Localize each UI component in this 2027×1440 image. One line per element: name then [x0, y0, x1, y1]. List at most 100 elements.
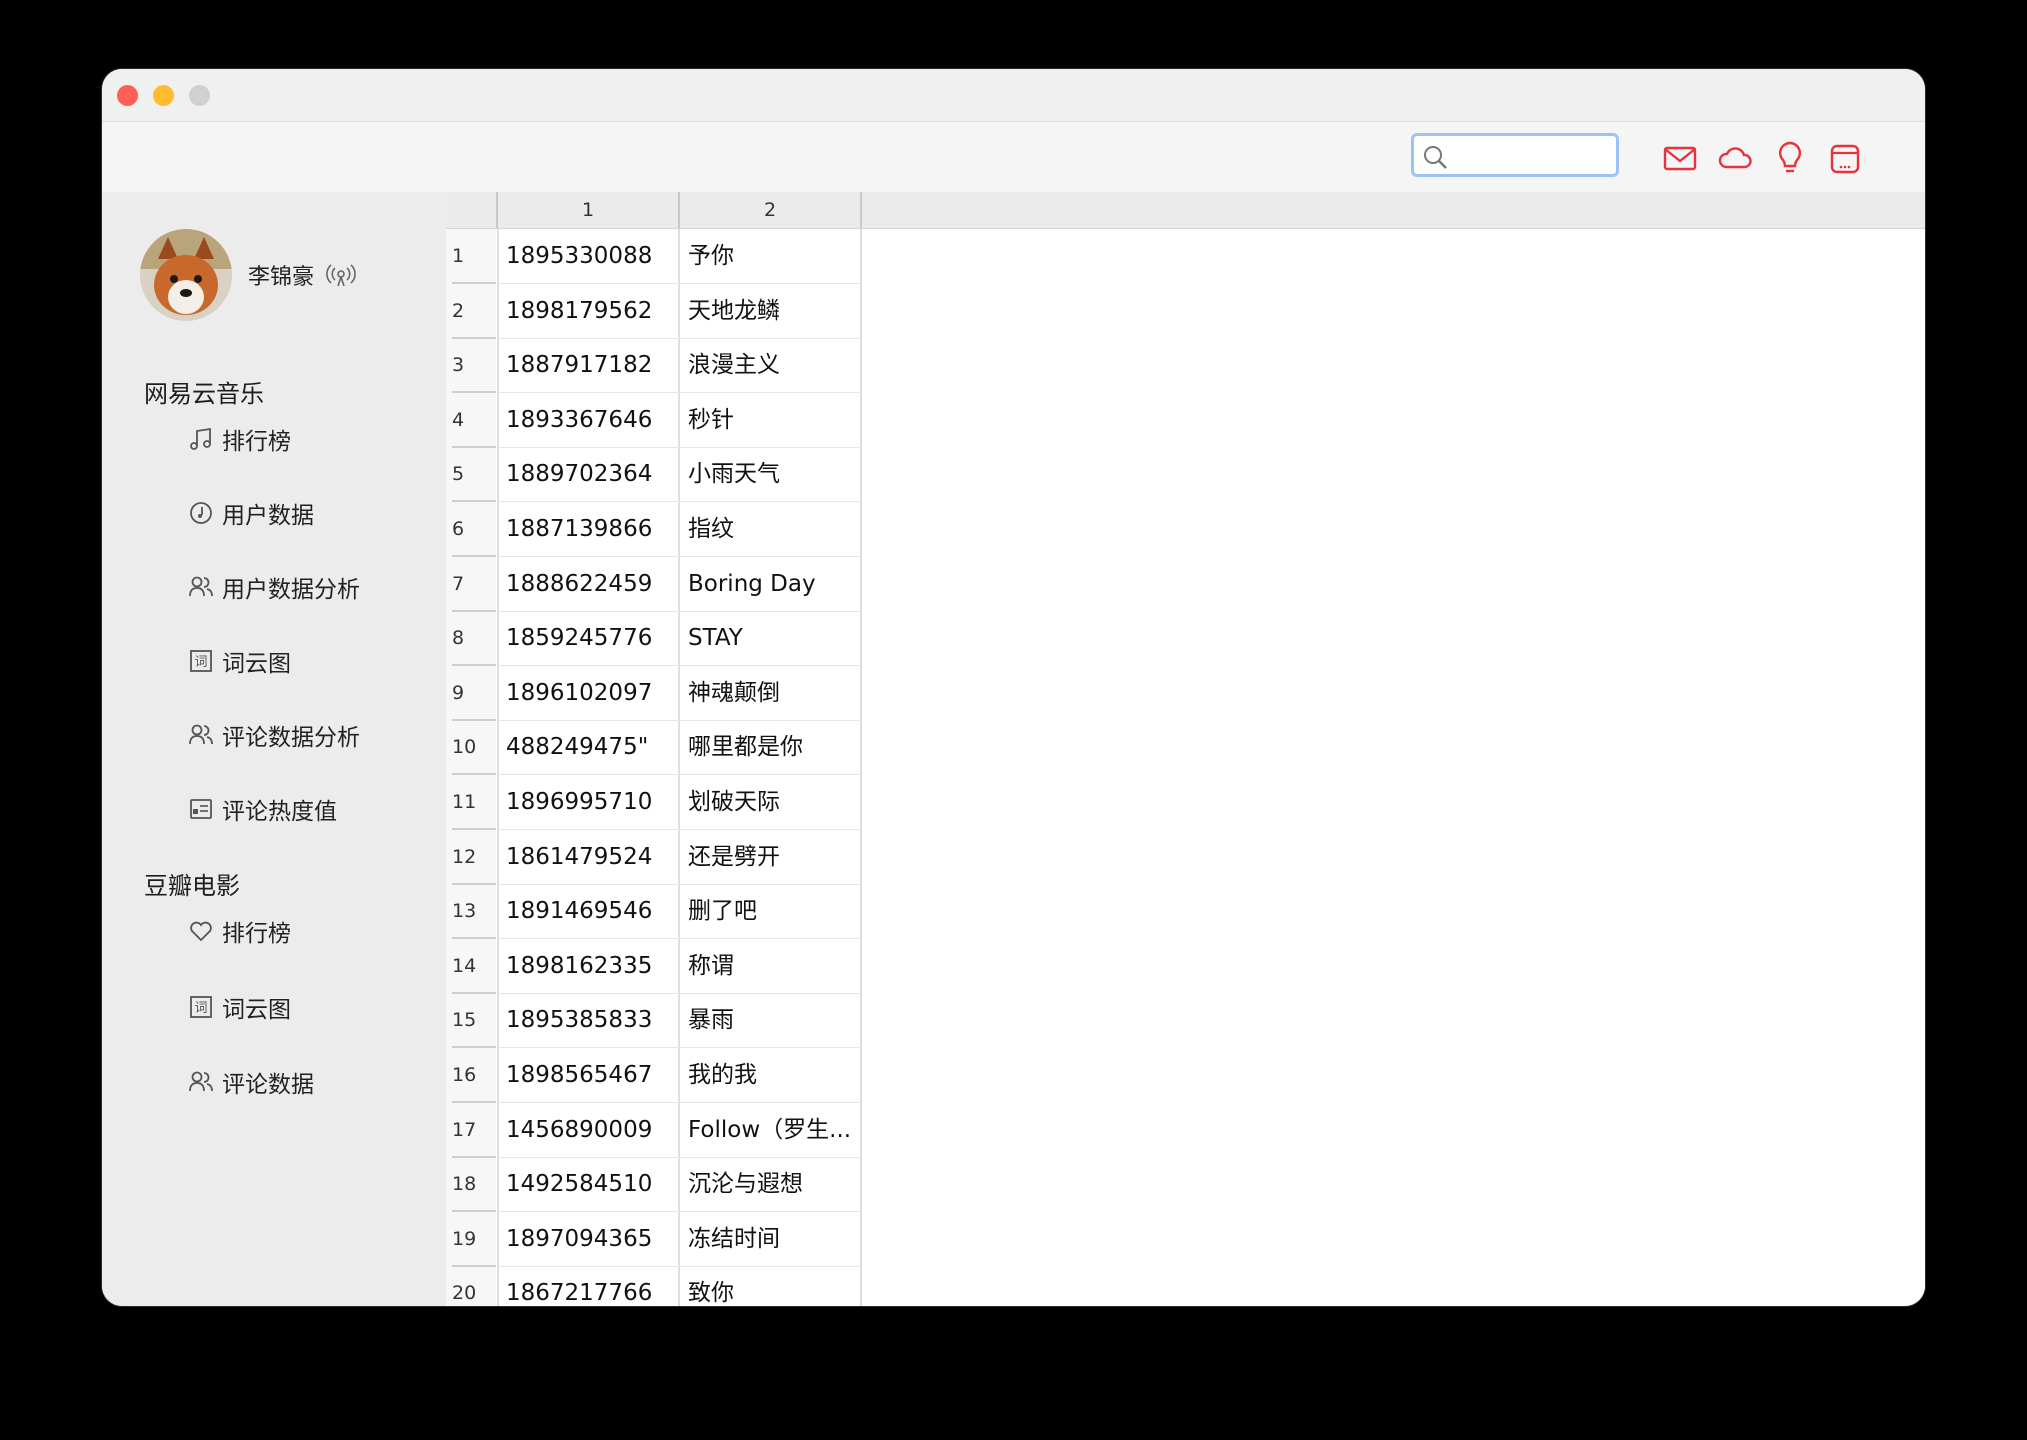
table-row[interactable]: 11 1896995710 划破天际	[446, 775, 862, 830]
table-row[interactable]: 1 1895330088 予你	[446, 229, 862, 284]
table-row[interactable]: 13 1891469546 删了吧	[446, 884, 862, 940]
cell-song-name[interactable]: 天地龙鳞	[688, 284, 858, 339]
cell-song-id[interactable]: 1888622459	[506, 557, 678, 612]
table-row[interactable]: 10 488249475" 哪里都是你	[446, 720, 862, 776]
cell-song-name[interactable]: 致你	[688, 1266, 858, 1306]
cell-song-id[interactable]: 1887917182	[506, 338, 678, 393]
cell-song-name[interactable]: 我的我	[688, 1048, 858, 1103]
table-row[interactable]: 17 1456890009 Follow（罗生...	[446, 1103, 862, 1158]
close-button[interactable]	[117, 85, 138, 106]
cell-song-id[interactable]: 1456890009	[506, 1103, 678, 1158]
column-header-1[interactable]: 1	[498, 192, 680, 228]
sidebar: 李锦豪 网易云音乐 排行榜 用户数据 用户数据分析 词 词云图 评论数据分析 评…	[102, 192, 446, 1306]
cell-song-name[interactable]: Follow（罗生...	[688, 1103, 858, 1158]
broadcast-icon[interactable]	[326, 262, 356, 288]
nav-douban-ranking[interactable]: 排行榜	[188, 914, 291, 948]
avatar[interactable]	[140, 229, 232, 321]
cell-song-id[interactable]: 1891469546	[506, 884, 678, 939]
table-row[interactable]: 15 1895385833 暴雨	[446, 993, 862, 1049]
cell-song-name[interactable]: 称谓	[688, 939, 858, 994]
cell-song-name[interactable]: 划破天际	[688, 775, 858, 830]
table-row[interactable]: 8 1859245776 STAY	[446, 611, 862, 667]
cell-song-name[interactable]: STAY	[688, 611, 858, 666]
cell-song-name[interactable]: 浪漫主义	[688, 338, 858, 393]
nav-user-analysis[interactable]: 用户数据分析	[188, 570, 360, 604]
column-header-2[interactable]: 2	[680, 192, 862, 228]
table-row[interactable]: 18 1492584510 沉沦与遐想	[446, 1157, 862, 1213]
mail-icon[interactable]	[1662, 140, 1698, 176]
cell-song-id[interactable]: 1492584510	[506, 1157, 678, 1212]
cell-song-name[interactable]: 秒针	[688, 393, 858, 448]
clock-music-icon	[190, 502, 212, 524]
table-row[interactable]: 19 1897094365 冻结时间	[446, 1212, 862, 1267]
cell-song-id[interactable]: 1893367646	[506, 393, 678, 448]
cell-song-id[interactable]: 1887139866	[506, 502, 678, 557]
cell-song-id[interactable]: 1896995710	[506, 775, 678, 830]
word-cloud-icon: 词	[190, 650, 212, 672]
zoom-button[interactable]	[189, 85, 210, 106]
row-number: 4	[452, 393, 496, 448]
table-row[interactable]: 14 1898162335 称谓	[446, 939, 862, 994]
table-row[interactable]: 7 1888622459 Boring Day	[446, 557, 862, 612]
cell-song-id[interactable]: 1897094365	[506, 1212, 678, 1267]
cell-song-id[interactable]: 1867217766	[506, 1266, 678, 1306]
cell-song-id[interactable]: 488249475"	[506, 720, 678, 775]
cell-song-name[interactable]: 冻结时间	[688, 1212, 858, 1267]
table-row[interactable]: 5 1889702364 小雨天气	[446, 447, 862, 503]
data-table[interactable]: 1 2 1 1895330088 予你 2 1898179562 天地龙鳞 3 1887917…	[446, 192, 1925, 1306]
cell-song-name[interactable]: 暴雨	[688, 993, 858, 1048]
nav-douban-word-cloud[interactable]: 词 词云图	[188, 990, 291, 1024]
cell-song-id[interactable]: 1898162335	[506, 939, 678, 994]
cell-song-name[interactable]: 还是劈开	[688, 830, 858, 885]
table-row[interactable]: 9 1896102097 神魂颠倒	[446, 666, 862, 721]
cell-song-id[interactable]: 1889702364	[506, 447, 678, 502]
table-row[interactable]: 6 1887139866 指纹	[446, 502, 862, 557]
row-number: 14	[452, 939, 496, 994]
table-row[interactable]: 12 1861479524 还是劈开	[446, 830, 862, 885]
table-row[interactable]: 3 1887917182 浪漫主义	[446, 338, 862, 394]
nav-comment-analysis[interactable]: 评论数据分析	[188, 718, 360, 752]
users-icon	[189, 724, 213, 745]
section-douban: 豆瓣电影	[144, 872, 240, 900]
user-profile[interactable]: 李锦豪	[140, 229, 356, 321]
cell-song-name[interactable]: 小雨天气	[688, 447, 858, 502]
cell-song-id[interactable]: 1898179562	[506, 284, 678, 339]
cell-song-id[interactable]: 1895330088	[506, 229, 678, 284]
cell-song-name[interactable]: 予你	[688, 229, 858, 284]
nav-label: 排行榜	[222, 429, 291, 455]
minimize-button[interactable]	[153, 85, 174, 106]
cell-song-name[interactable]: 神魂颠倒	[688, 666, 858, 721]
nav-user-data[interactable]: 用户数据	[188, 496, 314, 530]
nav-ranking[interactable]: 排行榜	[188, 422, 291, 456]
table-row[interactable]: 4 1893367646 秒针	[446, 393, 862, 448]
cell-song-id[interactable]: 1895385833	[506, 993, 678, 1048]
lightbulb-icon[interactable]	[1772, 140, 1808, 176]
cell-song-name[interactable]: 删了吧	[688, 884, 858, 939]
skin-icon[interactable]	[1827, 140, 1863, 176]
row-number: 6	[452, 502, 496, 557]
username: 李锦豪	[248, 265, 315, 290]
word-cloud-icon: 词	[190, 996, 212, 1018]
cell-song-id[interactable]: 1859245776	[506, 611, 678, 666]
cell-song-name[interactable]: Boring Day	[688, 557, 858, 612]
search-box[interactable]	[1411, 133, 1619, 177]
search-input[interactable]	[1456, 140, 1610, 172]
cell-song-name[interactable]: 指纹	[688, 502, 858, 557]
table-row[interactable]: 2 1898179562 天地龙鳞	[446, 284, 862, 339]
svg-text:词: 词	[194, 1001, 207, 1016]
search-icon	[1424, 146, 1447, 169]
nav-douban-comments[interactable]: 评论数据	[188, 1065, 314, 1099]
table-row[interactable]: 20 1867217766 致你	[446, 1266, 862, 1306]
header-corner[interactable]	[446, 192, 498, 228]
cloud-icon[interactable]	[1717, 140, 1753, 176]
nav-word-cloud[interactable]: 词 词云图	[188, 644, 291, 678]
cell-song-id[interactable]: 1861479524	[506, 830, 678, 885]
cell-song-id[interactable]: 1896102097	[506, 666, 678, 721]
nav-comment-heat[interactable]: 评论热度值	[188, 792, 337, 826]
table-row[interactable]: 16 1898565467 我的我	[446, 1048, 862, 1103]
row-number: 9	[452, 666, 496, 721]
cell-song-name[interactable]: 哪里都是你	[688, 720, 858, 775]
cell-song-name[interactable]: 沉沦与遐想	[688, 1157, 858, 1212]
row-number: 12	[452, 830, 496, 885]
cell-song-id[interactable]: 1898565467	[506, 1048, 678, 1103]
